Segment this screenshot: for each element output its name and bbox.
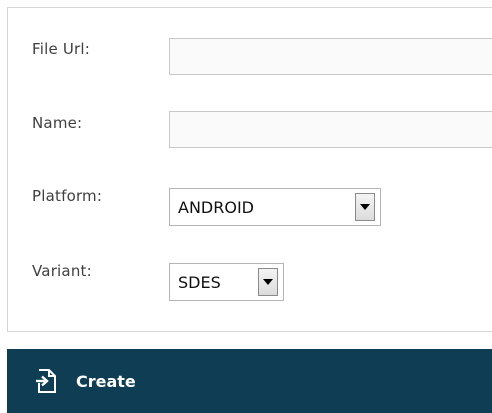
chevron-down-icon <box>360 204 370 210</box>
chevron-down-icon <box>263 279 273 285</box>
variant-selected-value: SDES <box>178 272 221 292</box>
name-input[interactable] <box>169 111 492 148</box>
platform-select[interactable]: ANDROID <box>169 188 381 226</box>
create-button-label: Create <box>76 371 136 391</box>
variant-label: Variant: <box>32 262 92 280</box>
file-import-icon <box>36 369 56 393</box>
name-label: Name: <box>32 114 83 132</box>
create-form-panel: File Url: Name: Platform: ANDROID Varian… <box>7 7 492 332</box>
platform-dropdown-button[interactable] <box>355 193 375 221</box>
platform-selected-value: ANDROID <box>178 197 254 217</box>
variant-select[interactable]: SDES <box>169 263 284 301</box>
file-url-label: File Url: <box>32 40 91 58</box>
create-button[interactable]: Create <box>7 349 492 413</box>
platform-label: Platform: <box>32 187 103 205</box>
file-url-input[interactable] <box>169 38 492 75</box>
variant-dropdown-button[interactable] <box>258 268 278 296</box>
